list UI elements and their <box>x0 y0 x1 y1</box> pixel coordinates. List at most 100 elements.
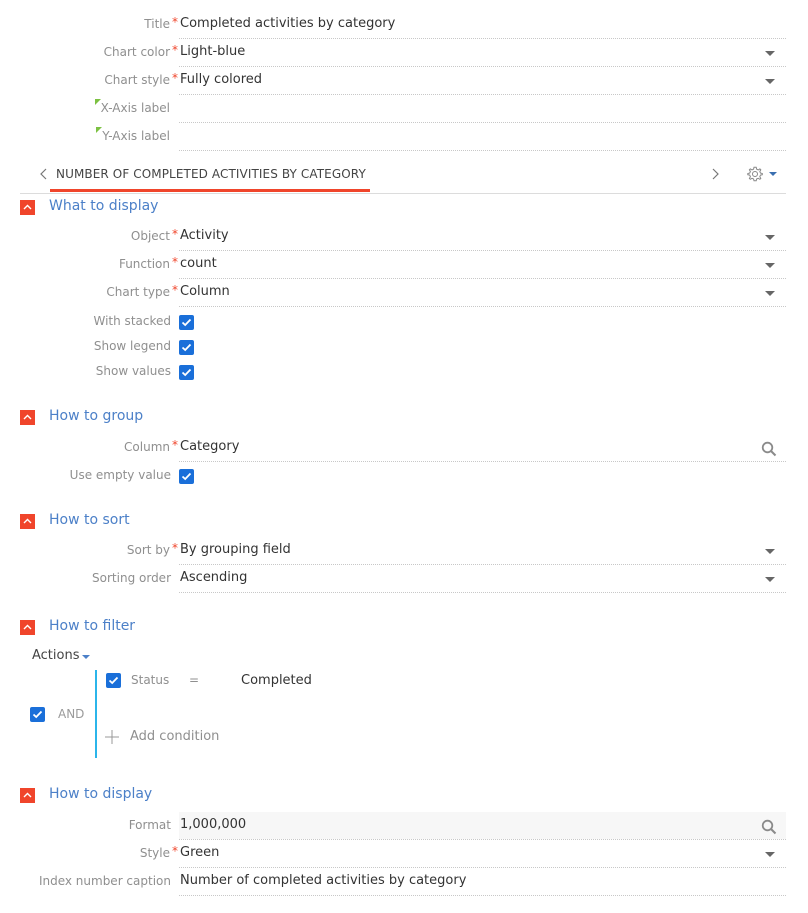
dropdown-arrow-icon[interactable] <box>765 235 775 240</box>
group-column-lookup[interactable]: Category <box>180 439 239 454</box>
chart-style-select[interactable]: Fully colored <box>180 72 262 87</box>
settings-dropdown-arrow-icon[interactable] <box>769 172 777 176</box>
gear-icon[interactable] <box>746 165 764 183</box>
show-values-label: Show values <box>95 364 171 378</box>
add-condition-button[interactable]: Add condition <box>130 729 219 744</box>
section-how-to-display: How to display <box>20 785 420 807</box>
index-caption-underline <box>179 895 786 896</box>
object-label: Object * <box>130 227 178 243</box>
index-caption-field: Index number caption Number of completed… <box>0 868 808 896</box>
format-lookup[interactable]: 1,000,000 <box>180 817 246 832</box>
y-axis-label-field: Y-Axis label <box>0 123 808 151</box>
localizable-marker-icon <box>96 127 103 133</box>
tab-series[interactable]: NUMBER OF COMPLETED ACTIVITIES BY CATEGO… <box>56 167 366 181</box>
chart-color-label: Chart color * <box>103 43 178 59</box>
use-empty-value-label: Use empty value <box>69 468 171 482</box>
condition-value[interactable]: Completed <box>241 673 312 688</box>
chart-type-select[interactable]: Column <box>180 284 230 299</box>
object-select[interactable]: Activity <box>180 228 229 243</box>
actions-dropdown-arrow-icon[interactable] <box>82 655 90 659</box>
section-title[interactable]: How to display <box>49 786 152 802</box>
group-operator-toggle[interactable]: AND <box>58 707 84 721</box>
chart-style-field: Chart style * Fully colored <box>0 67 808 95</box>
sorting-order-label: Sorting order <box>92 571 171 585</box>
condition-checkbox[interactable] <box>106 673 121 688</box>
chart-color-select[interactable]: Light-blue <box>180 44 245 59</box>
title-label: Title * <box>144 15 178 31</box>
sort-by-field: Sort by * By grouping field <box>0 537 808 565</box>
sort-by-label: Sort by * <box>126 541 178 557</box>
group-column-field: Column * Category <box>0 434 808 462</box>
collapse-section-icon[interactable] <box>20 514 35 529</box>
filter-group-checkbox[interactable] <box>30 707 45 722</box>
title-input[interactable]: Completed activities by category <box>180 16 395 31</box>
dropdown-arrow-icon[interactable] <box>765 51 775 56</box>
chart-style-label: Chart style * <box>104 71 178 87</box>
dropdown-arrow-icon[interactable] <box>765 852 775 857</box>
show-values-field: Show values <box>0 358 808 386</box>
show-values-checkbox[interactable] <box>179 365 194 380</box>
show-legend-field: Show legend <box>0 333 808 361</box>
section-title[interactable]: How to sort <box>49 512 130 528</box>
collapse-section-icon[interactable] <box>20 410 35 425</box>
chart-type-label: Chart type * <box>106 283 178 299</box>
chart-type-field: Chart type * Column <box>0 279 808 307</box>
condition-field[interactable]: Status <box>131 673 169 687</box>
function-field: Function * count <box>0 251 808 279</box>
format-field-background <box>179 812 786 839</box>
filter-actions-button[interactable]: Actions <box>32 648 80 663</box>
localizable-marker-icon <box>94 99 101 105</box>
section-title[interactable]: How to group <box>49 408 143 424</box>
index-caption-input[interactable]: Number of completed activities by catego… <box>180 873 466 888</box>
filter-group-bracket <box>95 670 97 758</box>
chart-type-underline <box>179 306 786 307</box>
dropdown-arrow-icon[interactable] <box>765 79 775 84</box>
sorting-order-underline <box>179 592 786 593</box>
collapse-section-icon[interactable] <box>20 788 35 803</box>
with-stacked-field: With stacked <box>0 308 808 336</box>
with-stacked-label: With stacked <box>93 314 172 328</box>
show-legend-label: Show legend <box>93 339 171 353</box>
dropdown-arrow-icon[interactable] <box>765 577 775 582</box>
section-what-to-display: What to display <box>20 197 420 219</box>
sorting-order-select[interactable]: Ascending <box>180 570 247 585</box>
format-label: Format <box>128 818 171 832</box>
group-column-label: Column * <box>124 438 178 454</box>
section-how-to-filter: How to filter <box>20 617 420 639</box>
y-axis-label-input[interactable] <box>180 128 760 146</box>
use-empty-value-checkbox[interactable] <box>179 469 194 484</box>
condition-operator[interactable]: = <box>189 673 199 687</box>
chevron-right-icon[interactable] <box>708 166 722 182</box>
chevron-left-icon[interactable] <box>37 166 51 182</box>
dropdown-arrow-icon[interactable] <box>765 291 775 296</box>
use-empty-value-field: Use empty value <box>0 462 808 490</box>
with-stacked-checkbox[interactable] <box>179 315 194 330</box>
function-select[interactable]: count <box>180 256 217 271</box>
x-axis-label-input[interactable] <box>180 100 760 118</box>
x-axis-label-field: X-Axis label <box>0 95 808 123</box>
section-how-to-sort: How to sort <box>20 511 420 533</box>
format-field: Format 1,000,000 <box>0 812 808 840</box>
x-axis-label-label: X-Axis label <box>94 99 170 115</box>
plus-icon[interactable] <box>104 729 120 745</box>
dropdown-arrow-icon[interactable] <box>765 549 775 554</box>
search-icon[interactable] <box>761 441 777 457</box>
section-title[interactable]: How to filter <box>49 618 135 634</box>
y-axis-underline <box>179 150 786 151</box>
title-field: Title * Completed activities by category <box>0 11 808 39</box>
series-tabbar: NUMBER OF COMPLETED ACTIVITIES BY CATEGO… <box>20 160 786 194</box>
sort-by-select[interactable]: By grouping field <box>180 542 291 557</box>
chart-color-field: Chart color * Light-blue <box>0 39 808 67</box>
section-how-to-group: How to group <box>20 407 420 429</box>
show-legend-checkbox[interactable] <box>179 340 194 355</box>
object-field: Object * Activity <box>0 223 808 251</box>
style-select[interactable]: Green <box>180 845 219 860</box>
collapse-section-icon[interactable] <box>20 200 35 215</box>
function-label: Function * <box>118 255 178 271</box>
style-label: Style * <box>139 844 178 860</box>
collapse-section-icon[interactable] <box>20 620 35 635</box>
search-icon[interactable] <box>761 819 777 835</box>
section-title[interactable]: What to display <box>49 198 158 214</box>
index-caption-label: Index number caption <box>38 874 171 888</box>
dropdown-arrow-icon[interactable] <box>765 263 775 268</box>
